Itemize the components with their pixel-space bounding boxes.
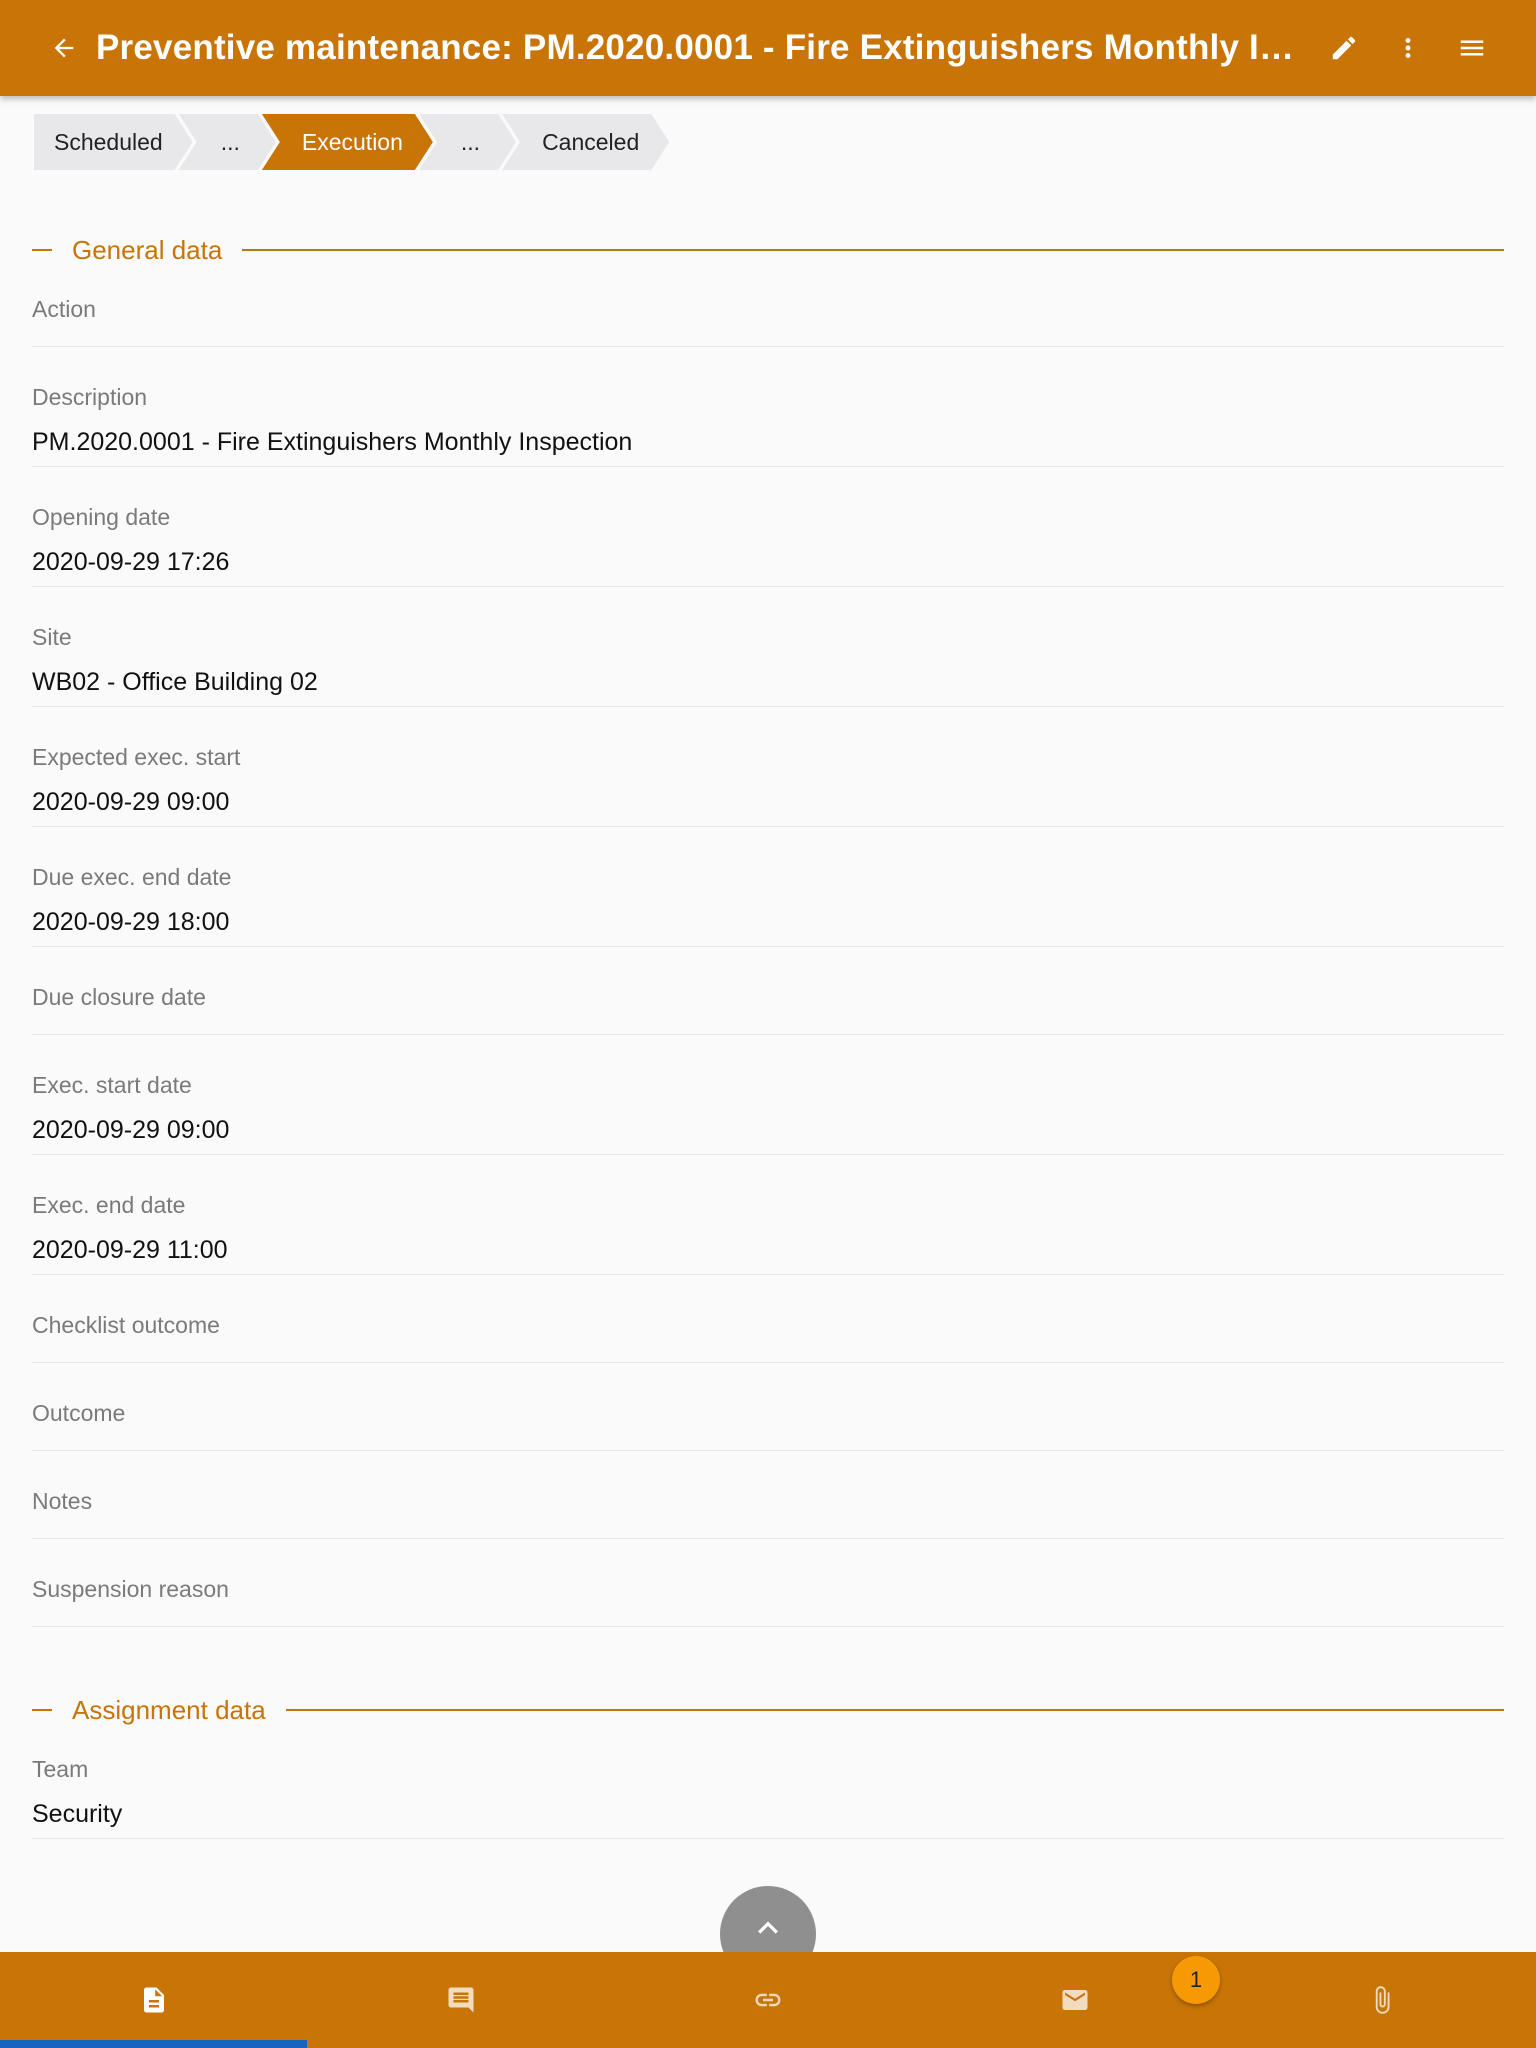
step-collapsed[interactable]: ... — [419, 114, 516, 170]
comment-icon — [448, 1987, 474, 2013]
field-label: Due closure date — [32, 984, 206, 1010]
more-vert-icon — [1405, 38, 1411, 58]
field-label: Notes — [32, 1488, 93, 1514]
field-exec-end-date[interactable]: Exec. end date 2020-09-29 11:00 — [32, 1186, 1504, 1275]
field-value: 2020-09-29 11:00 — [32, 1236, 228, 1264]
field-value: PM.2020.0001 - Fire Extinguishers Monthl… — [32, 428, 633, 456]
field-value: 2020-09-29 17:26 — [32, 548, 230, 576]
field-action[interactable]: Action — [32, 290, 1504, 347]
field-label: Exec. end date — [32, 1192, 186, 1218]
email-count-badge: 1 — [1172, 1956, 1220, 2004]
tab-details[interactable] — [0, 1952, 308, 2048]
field-label: Due exec. end date — [32, 864, 232, 890]
field-exec-start-date[interactable]: Exec. start date 2020-09-29 09:00 — [32, 1066, 1504, 1155]
field-label: Outcome — [32, 1400, 126, 1426]
field-label: Expected exec. start — [32, 744, 241, 770]
field-label: Opening date — [32, 504, 171, 530]
tab-attachments[interactable] — [1229, 1952, 1536, 2048]
assignment-data-header[interactable]: Assignment data — [32, 1690, 1504, 1730]
field-checklist-outcome[interactable]: Checklist outcome — [32, 1306, 1504, 1363]
step-execution[interactable]: Execution — [262, 114, 433, 170]
hamburger-menu-icon — [1460, 40, 1484, 56]
field-label: Description — [32, 384, 148, 410]
pencil-icon — [1332, 36, 1356, 60]
general-data-header[interactable]: General data — [32, 230, 1504, 270]
field-opening-date[interactable]: Opening date 2020-09-29 17:26 — [32, 498, 1504, 587]
arrow-back-icon — [54, 38, 74, 58]
field-label: Suspension reason — [32, 1576, 229, 1602]
field-label: Exec. start date — [32, 1072, 192, 1098]
field-label: Action — [32, 296, 96, 322]
field-site[interactable]: Site WB02 - Office Building 02 — [32, 618, 1504, 707]
field-value: Security — [32, 1800, 123, 1828]
bottom-navigation — [0, 1952, 1536, 2048]
back-button[interactable] — [32, 16, 96, 80]
tab-relations[interactable] — [614, 1952, 921, 2048]
field-team[interactable]: Team Security — [32, 1750, 1504, 1839]
field-expected-exec-start[interactable]: Expected exec. start 2020-09-29 09:00 — [32, 738, 1504, 827]
page-title: Preventive maintenance: PM.2020.0001 - F… — [96, 28, 1306, 67]
workflow-steps: Scheduled ... Execution ... Canceled — [34, 114, 655, 170]
email-icon — [1062, 1990, 1088, 2010]
field-label: Site — [32, 624, 72, 650]
field-due-closure-date[interactable]: Due closure date — [32, 978, 1504, 1035]
step-collapsed[interactable]: ... — [179, 114, 276, 170]
field-value: 2020-09-29 09:00 — [32, 788, 230, 816]
tab-comments[interactable] — [307, 1952, 614, 2048]
section-divider — [242, 249, 1504, 251]
edit-button[interactable] — [1312, 16, 1376, 80]
section-dash — [32, 1709, 52, 1711]
attachment-icon — [1376, 1986, 1390, 2014]
section-divider — [285, 1709, 1504, 1711]
field-label: Team — [32, 1756, 89, 1782]
field-notes[interactable]: Notes — [32, 1482, 1504, 1539]
menu-button[interactable] — [1440, 16, 1504, 80]
field-due-exec-end-date[interactable]: Due exec. end date 2020-09-29 18:00 — [32, 858, 1504, 947]
section-title: General data — [72, 234, 223, 265]
field-value: WB02 - Office Building 02 — [32, 668, 318, 696]
section-title: Assignment data — [72, 1694, 266, 1725]
more-options-button[interactable] — [1376, 16, 1440, 80]
field-value: 2020-09-29 18:00 — [32, 908, 230, 936]
document-icon — [143, 1987, 164, 2013]
app-header: Preventive maintenance: PM.2020.0001 - F… — [0, 0, 1536, 96]
section-dash — [32, 249, 52, 251]
chevron-up-icon — [758, 1921, 778, 1934]
link-icon — [755, 1993, 781, 2007]
field-suspension-reason[interactable]: Suspension reason — [32, 1570, 1504, 1627]
field-description[interactable]: Description PM.2020.0001 - Fire Extingui… — [32, 378, 1504, 467]
field-value: 2020-09-29 09:00 — [32, 1116, 230, 1144]
field-outcome[interactable]: Outcome — [32, 1394, 1504, 1451]
field-label: Checklist outcome — [32, 1312, 220, 1338]
step-scheduled[interactable]: Scheduled — [34, 114, 193, 170]
step-canceled[interactable]: Canceled — [502, 114, 669, 170]
